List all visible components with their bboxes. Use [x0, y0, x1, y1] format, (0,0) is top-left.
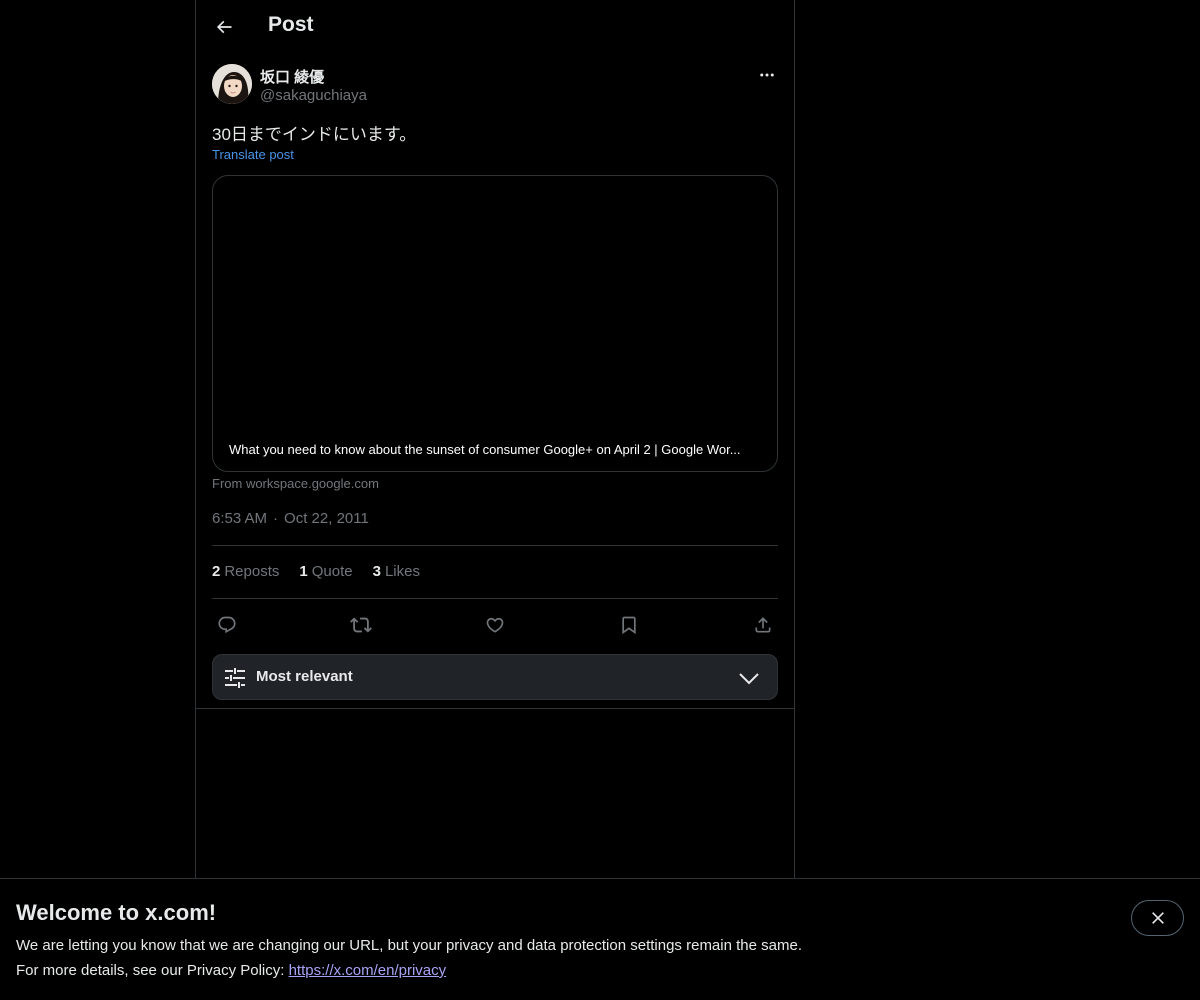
welcome-banner: Welcome to x.com! We are letting you kno… — [0, 878, 1200, 1000]
banner-privacy-prefix: For more details, see our Privacy Policy… — [16, 962, 289, 979]
privacy-policy-link[interactable]: https://x.com/en/privacy — [289, 962, 447, 979]
quotes-stat[interactable]: 1 Quote — [299, 563, 352, 580]
bookmark-button[interactable] — [614, 610, 644, 640]
ellipsis-icon — [760, 73, 774, 77]
quotes-label: Quote — [311, 563, 353, 580]
link-preview-card[interactable]: What you need to know about the sunset o… — [212, 175, 778, 472]
sort-label: Most relevant — [256, 668, 353, 685]
banner-title: Welcome to x.com! — [16, 900, 217, 925]
like-button[interactable] — [480, 610, 510, 640]
arrow-left-icon — [216, 20, 232, 34]
likes-label: Likes — [384, 563, 420, 580]
back-button[interactable] — [206, 9, 242, 45]
repost-button[interactable] — [346, 610, 376, 640]
share-icon — [755, 617, 771, 633]
bookmark-icon — [622, 616, 636, 635]
author-handle[interactable]: @sakaguchiaya — [260, 87, 367, 104]
likes-stat[interactable]: 3 Likes — [373, 563, 420, 580]
post-stats: 2 Reposts 1 Quote 3 Likes — [212, 563, 420, 580]
link-card-title: What you need to know about the sunset o… — [221, 440, 749, 459]
sliders-icon — [225, 668, 245, 688]
main-column: Post 坂口 綾優 @sakaguchiaya 30日までインドにいます。 T… — [195, 0, 795, 880]
replies-sort-dropdown[interactable]: Most relevant — [212, 654, 778, 700]
post-time: 6:53 AM — [212, 510, 268, 527]
share-button[interactable] — [748, 610, 778, 640]
post-timestamp[interactable]: 6:53 AM · Oct 22, 2011 — [212, 510, 369, 527]
post-actions — [212, 608, 778, 638]
page-title: Post — [268, 13, 314, 36]
post-text: 30日までインドにいます。 — [212, 125, 417, 144]
author-display-name[interactable]: 坂口 綾優 — [260, 66, 324, 87]
quotes-count: 1 — [299, 563, 308, 580]
reposts-label: Reposts — [224, 563, 280, 580]
link-card-source[interactable]: From workspace.google.com — [212, 476, 379, 491]
post-date: Oct 22, 2011 — [284, 510, 369, 527]
translate-post-link[interactable]: Translate post — [212, 147, 294, 162]
post-header: Post — [196, 0, 794, 54]
reposts-count: 2 — [212, 563, 221, 580]
reply-icon — [218, 616, 236, 634]
divider — [212, 598, 778, 599]
divider — [196, 708, 794, 709]
avatar[interactable] — [212, 64, 252, 104]
more-options-button[interactable] — [756, 64, 778, 86]
reposts-stat[interactable]: 2 Reposts — [212, 563, 279, 580]
divider — [212, 545, 778, 546]
chevron-down-icon — [739, 673, 759, 685]
banner-message: We are letting you know that we are chan… — [16, 937, 802, 954]
heart-icon — [486, 617, 504, 633]
avatar-image-icon — [212, 64, 252, 104]
close-banner-button[interactable] — [1131, 900, 1184, 936]
separator-dot: · — [273, 510, 279, 527]
banner-privacy-line: For more details, see our Privacy Policy… — [16, 962, 446, 979]
likes-count: 3 — [372, 563, 381, 580]
repost-icon — [350, 617, 372, 633]
close-icon — [1151, 912, 1164, 924]
reply-button[interactable] — [212, 610, 242, 640]
